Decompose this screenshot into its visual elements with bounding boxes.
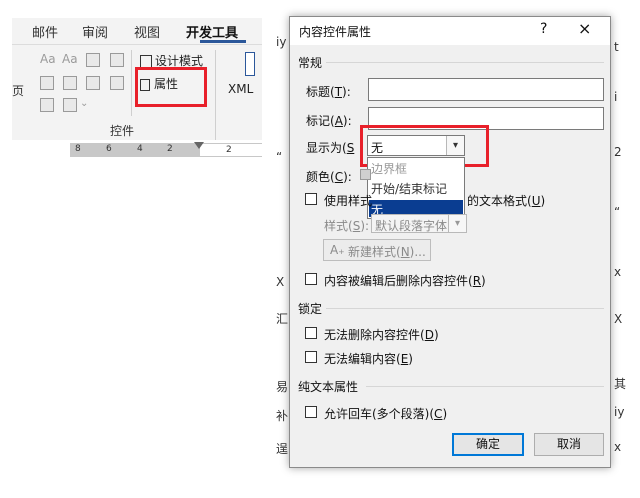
use-style-label-rest: 的文本格式(U): [467, 194, 546, 208]
help-icon[interactable]: ?: [540, 21, 547, 37]
ribbon-divider: [12, 44, 262, 45]
rich-text-control-icon[interactable]: Aa: [40, 52, 56, 66]
close-icon[interactable]: ×: [578, 19, 591, 38]
ruler-text-area: 2: [200, 143, 262, 157]
section-divider: [366, 386, 604, 387]
allow-returns-label: 允许回车(多个段落)(C): [324, 407, 448, 421]
xml-mapping-label[interactable]: XML: [228, 82, 253, 96]
color-swatch[interactable]: [360, 169, 371, 180]
style-select[interactable]: 默认段落字体 ▾: [371, 214, 467, 233]
show-as-label: 显示为(S: [306, 141, 355, 155]
ribbon-group-separator: [131, 50, 132, 116]
doc-text-fragment: 汇: [276, 312, 289, 326]
section-divider: [326, 62, 604, 63]
use-style-label: 使用样式: [324, 194, 373, 208]
controls-group-label: 控件: [110, 124, 135, 138]
doc-text-fragment: 补: [276, 409, 289, 423]
locking-heading: 锁定: [298, 302, 323, 316]
doc-text-fragment: X: [614, 312, 623, 326]
building-block-control-icon[interactable]: [110, 53, 124, 67]
doc-text-fragment: iy: [614, 405, 625, 419]
indent-marker-icon[interactable]: [194, 142, 204, 149]
dialog-title: 内容控件属性: [299, 25, 372, 39]
style-value: 默认段落字体: [375, 219, 448, 233]
remove-when-edited-checkbox[interactable]: [305, 273, 317, 285]
doc-text-fragment: X: [276, 275, 285, 289]
cannot-edit-label: 无法编辑内容(E): [324, 352, 413, 366]
doc-text-fragment: “: [614, 205, 621, 219]
dropdown-control-icon[interactable]: [86, 76, 100, 90]
use-style-checkbox[interactable]: [305, 193, 317, 205]
section-divider: [326, 308, 604, 309]
color-label: 颜色(C):: [306, 170, 352, 184]
ruler-number: 6: [106, 144, 112, 154]
ribbon-tab-bar: 邮件 审阅 视图 开发工具: [12, 18, 262, 44]
plain-text-heading: 纯文本属性: [298, 380, 359, 394]
remove-when-edited-label: 内容被编辑后删除内容控件(R): [324, 274, 486, 288]
doc-text-fragment: 易: [276, 380, 289, 394]
doc-text-fragment: 其: [614, 377, 627, 391]
title-label: 标题(T):: [306, 85, 351, 99]
combobox-control-icon[interactable]: [63, 76, 77, 90]
ok-button[interactable]: 确定: [452, 433, 524, 456]
legacy-tools-icon[interactable]: [63, 98, 77, 112]
design-mode-label: 设计模式: [155, 54, 204, 68]
new-style-button[interactable]: A₊ 新建样式(N)...: [323, 239, 431, 261]
tab-review[interactable]: 审阅: [82, 22, 108, 41]
content-control-properties-dialog: 内容控件属性 ? × 常规 标题(T): 标记(A): 显示为(S 无 ▾ 边界…: [289, 16, 611, 468]
xml-mapping-icon[interactable]: [245, 52, 255, 76]
date-picker-control-icon[interactable]: [110, 76, 124, 90]
checkbox-control-icon[interactable]: [40, 76, 54, 90]
ruler-number: 4: [137, 144, 143, 154]
dialog-titlebar[interactable]: 内容控件属性 ? ×: [290, 17, 610, 45]
allow-returns-checkbox[interactable]: [305, 406, 317, 418]
picture-control-icon[interactable]: [86, 53, 100, 67]
new-style-icon: A₊: [330, 243, 345, 257]
doc-text-fragment: iy: [276, 35, 287, 49]
doc-text-fragment: 逞: [276, 442, 289, 456]
ruler-number: 8: [75, 144, 81, 154]
cannot-delete-checkbox[interactable]: [305, 327, 317, 339]
active-tab-indicator: [200, 40, 246, 43]
general-heading: 常规: [298, 56, 323, 70]
tab-mailings[interactable]: 邮件: [32, 22, 58, 41]
new-style-label: 新建样式(N)...: [348, 245, 426, 259]
show-as-option[interactable]: 边界框: [371, 160, 407, 177]
title-input[interactable]: [368, 78, 604, 101]
repeating-section-control-icon[interactable]: [40, 98, 54, 112]
doc-text-fragment: “: [276, 150, 283, 164]
plain-text-control-icon[interactable]: Aa: [62, 52, 78, 66]
ruler-number: 2: [167, 144, 173, 154]
tab-developer[interactable]: 开发工具: [186, 22, 238, 41]
doc-text-fragment: 2: [614, 145, 622, 159]
cannot-delete-label: 无法删除内容控件(D): [324, 328, 439, 342]
style-label: 样式(S):: [324, 219, 370, 233]
doc-text-fragment: i: [614, 90, 618, 104]
doc-text-fragment: t: [614, 40, 619, 54]
highlight-box-properties: [135, 67, 207, 107]
chevron-down-icon[interactable]: ⌄: [80, 98, 88, 109]
doc-text-fragment: x: [614, 440, 622, 454]
cannot-edit-checkbox[interactable]: [305, 351, 317, 363]
ruler-number: 2: [226, 145, 232, 155]
show-as-dropdown-list: 边界框 开始/结束标记 无: [367, 157, 465, 219]
cancel-button[interactable]: 取消: [534, 433, 604, 456]
tab-view[interactable]: 视图: [134, 22, 160, 41]
chevron-down-icon[interactable]: ▾: [448, 215, 466, 232]
show-as-option[interactable]: 开始/结束标记: [371, 180, 447, 197]
tag-label: 标记(A):: [306, 114, 352, 128]
ribbon-group-separator-2: [215, 50, 216, 140]
doc-text-fragment: x: [614, 265, 622, 279]
cut-off-label: 页: [12, 84, 25, 98]
